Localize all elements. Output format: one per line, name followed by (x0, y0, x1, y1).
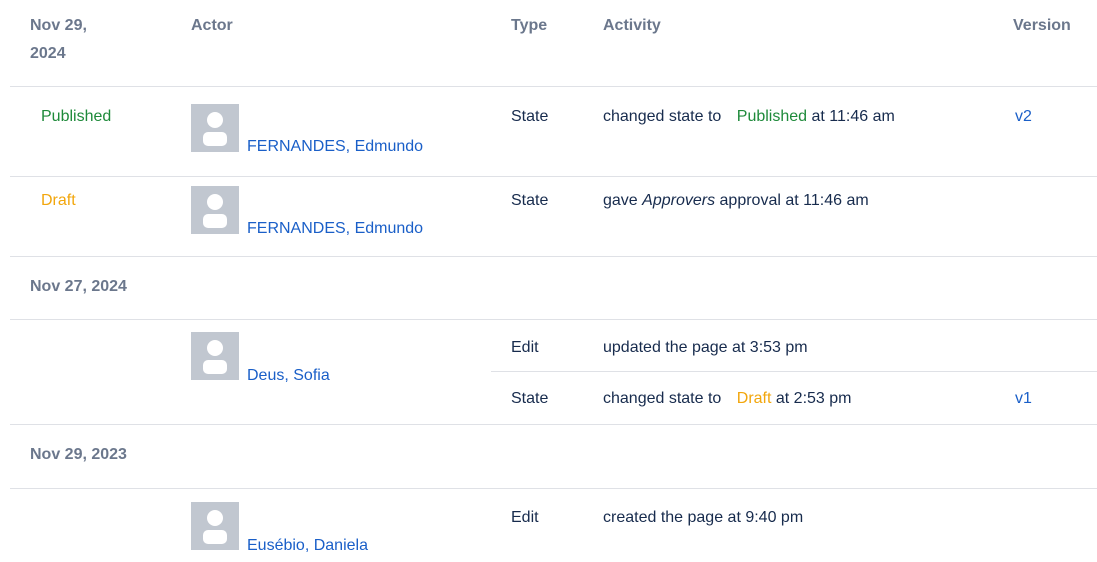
header-actor: Actor (191, 17, 233, 34)
row-state-published: Published (41, 108, 112, 125)
divider (10, 424, 1097, 425)
activity-suffix: approval at 11:46 am (719, 192, 869, 209)
header-date-line2: 2024 (30, 45, 66, 62)
activity-approvers: Approvers (642, 192, 716, 209)
activity-suffix: at 2:53 pm (775, 390, 852, 407)
avatar (191, 186, 239, 234)
version-link-v2[interactable]: v2 (1015, 108, 1032, 126)
row-type: State (511, 108, 549, 125)
row-type: State (511, 192, 549, 209)
actor-link[interactable]: Eusébio, Daniela (247, 537, 368, 555)
divider (10, 256, 1097, 257)
avatar (191, 104, 239, 152)
user-avatar-icon (203, 194, 227, 228)
row-activity: updated the page at 3:53 pm (603, 339, 808, 356)
header-type: Type (511, 17, 548, 34)
row-type: Edit (511, 339, 539, 356)
row-activity: changed state to Published at 11:46 am (603, 108, 895, 126)
activity-state-published: Published (736, 108, 808, 125)
divider (10, 86, 1097, 87)
divider (491, 371, 1097, 372)
activity-suffix: at 11:46 am (811, 108, 895, 125)
row-activity: created the page at 9:40 pm (603, 509, 804, 526)
row-state-draft: Draft (41, 192, 76, 209)
avatar (191, 502, 239, 550)
avatar (191, 332, 239, 380)
actor-link[interactable]: Deus, Sofia (247, 367, 330, 385)
actor-link[interactable]: FERNANDES, Edmundo (247, 220, 423, 238)
row-activity: changed state to Draft at 2:53 pm (603, 390, 852, 408)
divider (10, 319, 1097, 320)
header-version: Version (1013, 17, 1071, 34)
row-activity: gave Approvers approval at 11:46 am (603, 192, 869, 210)
header-activity: Activity (603, 17, 661, 34)
date-group-label: Nov 29, 2023 (30, 446, 127, 463)
activity-prefix: changed state to (603, 108, 722, 125)
version-link-v1[interactable]: v1 (1015, 390, 1032, 408)
actor-link[interactable]: FERNANDES, Edmundo (247, 138, 423, 156)
row-type: State (511, 390, 549, 407)
activity-state-draft: Draft (736, 390, 772, 407)
user-avatar-icon (203, 510, 227, 544)
divider (10, 488, 1097, 489)
header-date-line1: Nov 29, (30, 17, 87, 34)
date-group-label: Nov 27, 2024 (30, 278, 127, 295)
row-type: Edit (511, 509, 539, 526)
activity-prefix: changed state to (603, 390, 722, 407)
activity-prefix: gave (603, 192, 638, 209)
user-avatar-icon (203, 340, 227, 374)
divider (10, 176, 1097, 177)
user-avatar-icon (203, 112, 227, 146)
header-date: Nov 29, 2024 (30, 12, 150, 68)
